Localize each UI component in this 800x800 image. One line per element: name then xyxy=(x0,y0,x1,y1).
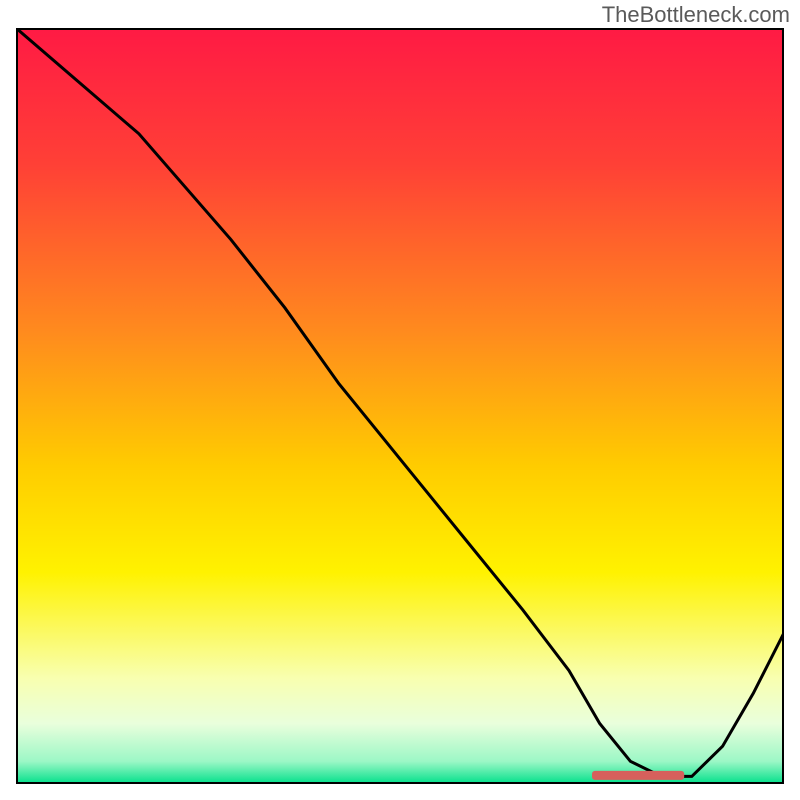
chart-svg xyxy=(16,28,784,784)
attribution-text: TheBottleneck.com xyxy=(602,2,790,28)
gradient-background xyxy=(16,28,784,784)
optimal-zone-marker xyxy=(592,771,684,780)
chart-area xyxy=(16,28,784,784)
